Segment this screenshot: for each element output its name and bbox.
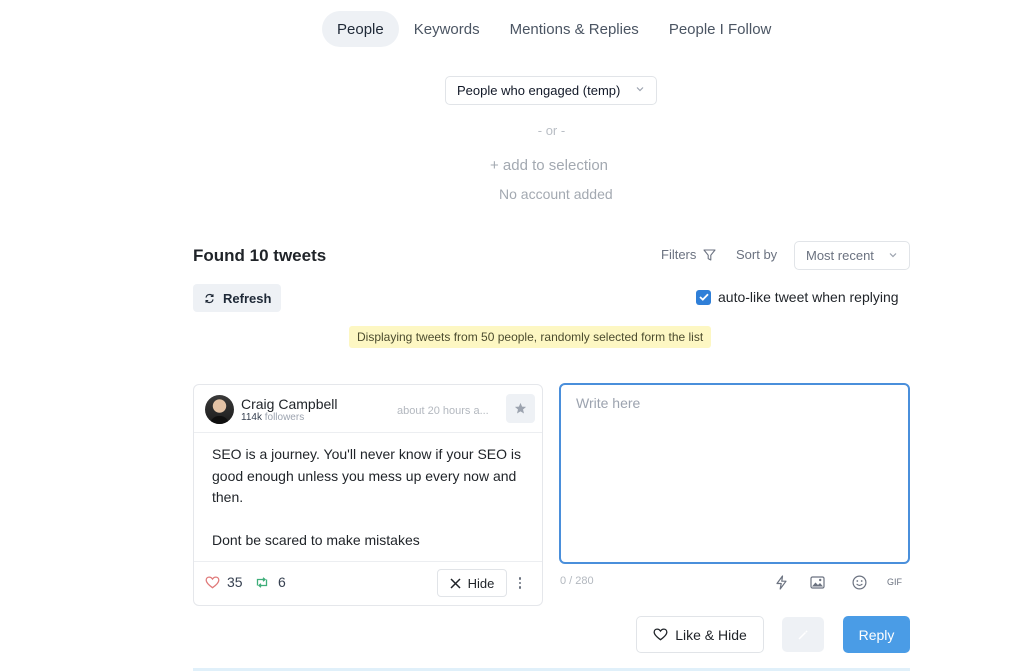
sort-by-label: Sort by bbox=[736, 247, 778, 262]
followers-label: followers bbox=[264, 412, 305, 423]
avatar[interactable] bbox=[205, 395, 234, 424]
results-title: Found 10 tweets bbox=[193, 246, 327, 265]
refresh-label: Refresh bbox=[223, 290, 272, 306]
tab-bar: People Keywords Mentions & Replies Peopl… bbox=[322, 11, 786, 47]
like-and-hide-label: Like & Hide bbox=[675, 626, 747, 643]
tweet-text: SEO is a journey. You'll never know if y… bbox=[194, 433, 542, 563]
hide-label: Hide bbox=[467, 575, 495, 591]
followers-count: 114k bbox=[241, 412, 262, 423]
likes-count: 35 bbox=[227, 574, 243, 590]
tweet-author-followers: 114k followers bbox=[241, 412, 304, 423]
hide-tweet-button[interactable]: Hide bbox=[437, 569, 507, 597]
tab-people[interactable]: People bbox=[322, 11, 399, 47]
reply-textarea[interactable] bbox=[559, 383, 910, 564]
chevron-down-icon bbox=[636, 87, 644, 92]
tweet-text-line: SEO is a journey. You'll never know if y… bbox=[212, 446, 522, 505]
like-and-hide-button[interactable]: Like & Hide bbox=[636, 616, 764, 653]
add-to-selection-link[interactable]: + add to selection bbox=[490, 157, 608, 174]
tab-keywords[interactable]: Keywords bbox=[399, 11, 495, 47]
tweet-likes[interactable]: 35 bbox=[205, 574, 243, 590]
auto-like-option: auto-like tweet when replying bbox=[696, 289, 899, 305]
character-counter: 0 / 280 bbox=[560, 575, 594, 587]
no-account-text: No account added bbox=[499, 186, 613, 202]
tweet-card: Craig Campbell 114k followers about 20 h… bbox=[193, 384, 543, 606]
auto-like-checkbox[interactable] bbox=[696, 289, 711, 305]
auto-like-label[interactable]: auto-like tweet when replying bbox=[718, 289, 899, 305]
close-icon bbox=[450, 577, 461, 589]
sort-dropdown-value: Most recent bbox=[806, 248, 874, 263]
gif-button[interactable]: GIF bbox=[887, 577, 902, 587]
favorite-button[interactable] bbox=[506, 394, 535, 423]
tweet-footer: 35 6 Hide bbox=[194, 561, 542, 605]
sort-dropdown[interactable]: Most recent bbox=[794, 241, 910, 270]
checkmark-icon bbox=[698, 293, 709, 301]
ai-suggest-button[interactable] bbox=[782, 617, 824, 652]
heart-icon bbox=[205, 575, 220, 589]
tab-people-i-follow[interactable]: People I Follow bbox=[654, 11, 787, 47]
lightning-icon[interactable] bbox=[773, 574, 789, 590]
magic-wand-icon bbox=[798, 629, 808, 639]
selection-notice: Displaying tweets from 50 people, random… bbox=[349, 326, 712, 348]
refresh-icon bbox=[205, 293, 214, 303]
tweet-author-name[interactable]: Craig Campbell bbox=[241, 396, 337, 412]
tweet-timestamp[interactable]: about 20 hours a... bbox=[397, 405, 495, 417]
image-icon[interactable] bbox=[809, 574, 825, 590]
filters-label: Filters bbox=[661, 247, 697, 262]
chevron-down-icon bbox=[889, 253, 897, 258]
retweets-count: 6 bbox=[278, 574, 286, 590]
tweet-header: Craig Campbell 114k followers about 20 h… bbox=[194, 385, 542, 433]
tweet-text-line: Dont be scared to make mistakes bbox=[212, 532, 420, 548]
refresh-button[interactable]: Refresh bbox=[193, 284, 281, 312]
filters-button[interactable]: Filters bbox=[661, 247, 716, 262]
emoji-icon[interactable] bbox=[851, 574, 867, 590]
people-list-dropdown-value: People who engaged (temp) bbox=[457, 83, 621, 98]
more-options-icon[interactable] bbox=[515, 574, 525, 592]
reply-button[interactable]: Reply bbox=[843, 616, 910, 653]
or-separator: - or - bbox=[537, 123, 566, 138]
heart-icon bbox=[653, 628, 668, 641]
filter-icon bbox=[703, 248, 716, 261]
star-icon bbox=[514, 402, 527, 414]
tab-mentions-replies[interactable]: Mentions & Replies bbox=[495, 11, 654, 47]
retweet-icon bbox=[256, 576, 268, 588]
tweet-retweets[interactable]: 6 bbox=[255, 574, 286, 590]
people-list-dropdown[interactable]: People who engaged (temp) bbox=[445, 76, 657, 105]
